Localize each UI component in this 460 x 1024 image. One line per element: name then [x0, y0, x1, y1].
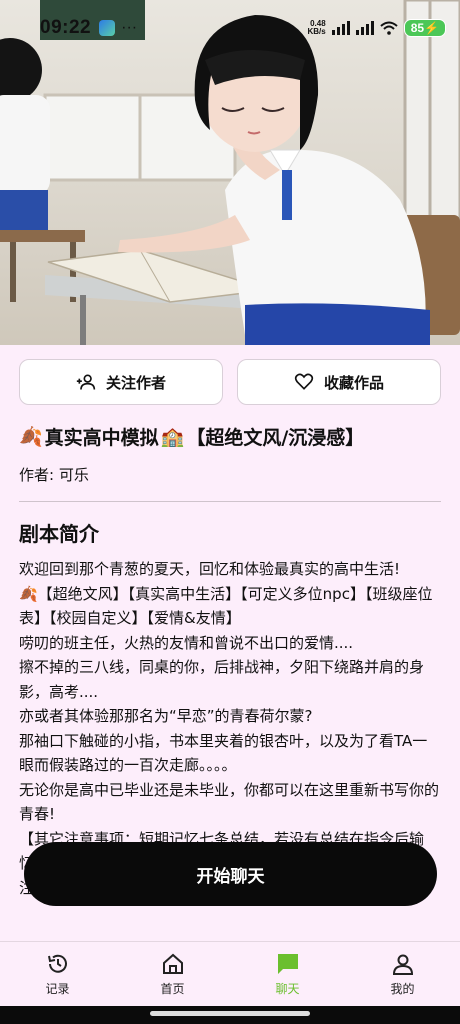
status-time: 09:22 [40, 17, 92, 38]
add-user-icon [76, 374, 96, 390]
nav-label-profile: 我的 [390, 981, 415, 996]
start-chat-label: 开始聊天 [196, 866, 265, 887]
history-icon [47, 954, 67, 973]
network-speed-unit: KB/s [307, 27, 326, 36]
divider [19, 501, 441, 502]
signal-icon-2 [355, 21, 374, 35]
follow-author-button[interactable]: 关注作者 [19, 359, 223, 405]
wifi-icon [380, 21, 398, 35]
story-title-main: 真实高中模拟 [44, 427, 159, 449]
nav-item-profile[interactable]: 我的 [345, 942, 460, 1006]
collect-work-label: 收藏作品 [323, 373, 384, 392]
section-title: 剧本简介 [19, 522, 99, 546]
battery-icon: 85⚡ [403, 19, 446, 37]
battery-level: 85 [410, 21, 425, 35]
app-notification-icon [99, 20, 116, 36]
home-icon [162, 953, 183, 974]
heart-icon [294, 373, 314, 390]
collect-work-button[interactable]: 收藏作品 [237, 359, 441, 405]
story-title: 🍂 真实高中模拟 🏫 【超绝文风/沉浸感】 [19, 423, 441, 450]
more-notifications-icon: ··· [121, 19, 138, 36]
home-indicator[interactable] [150, 1011, 310, 1016]
nav-label-home: 首页 [160, 981, 185, 996]
action-row: 关注作者 收藏作品 [19, 359, 441, 405]
nav-label-chat: 聊天 [275, 981, 300, 996]
school-emoji: 🏫 [160, 426, 185, 448]
nav-item-home[interactable]: 首页 [115, 942, 230, 1006]
story-author: 作者: 可乐 [19, 466, 89, 484]
profile-icon [392, 954, 413, 975]
network-speed: 0.48 KB/s [307, 20, 325, 36]
story-title-suffix: 【超绝文风/沉浸感】 [186, 427, 365, 449]
bottom-nav: 记录 首页 聊天 我的 [0, 941, 460, 1006]
nav-label-history: 记录 [45, 981, 70, 996]
follow-author-label: 关注作者 [105, 373, 166, 392]
status-bar: 09:22 ··· 0.48 KB/s 85⚡ [0, 0, 460, 56]
nav-item-chat[interactable]: 聊天 [230, 942, 345, 1006]
nav-item-history[interactable]: 记录 [0, 942, 115, 1006]
signal-icon [331, 21, 350, 35]
leaf-emoji: 🍂 [19, 426, 43, 448]
start-chat-button[interactable]: 开始聊天 [24, 842, 437, 906]
chat-icon [277, 953, 298, 974]
